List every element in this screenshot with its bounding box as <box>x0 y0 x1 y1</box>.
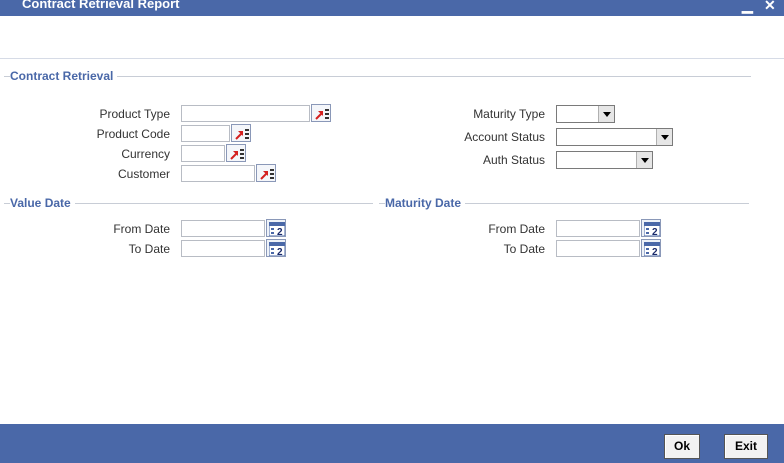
maturity-from-date-input[interactable] <box>556 220 640 237</box>
svg-text:2: 2 <box>652 227 658 236</box>
chevron-down-icon <box>636 152 652 168</box>
window-titlebar: Contract Retrieval Report ▁ ✕ <box>0 0 784 16</box>
svg-text:2: 2 <box>652 247 658 256</box>
account-status-label: Account Status <box>464 130 545 144</box>
currency-input[interactable] <box>181 145 225 162</box>
calendar-icon: 2 <box>644 222 660 236</box>
customer-input[interactable] <box>181 165 255 182</box>
maturity-to-date-input[interactable] <box>556 240 640 257</box>
minimize-icon[interactable]: ▁ <box>742 0 753 12</box>
maturity-to-date-calendar-button[interactable]: 2 <box>641 239 661 257</box>
product-type-lov-button[interactable] <box>311 104 331 122</box>
product-code-label: Product Code <box>96 127 170 141</box>
list-of-values-icon <box>260 169 274 180</box>
ok-button[interactable]: Ok <box>664 434 700 459</box>
section-title-value-date: Value Date <box>10 196 75 210</box>
svg-text:2: 2 <box>277 247 283 256</box>
list-of-values-icon <box>235 129 249 140</box>
value-to-date-calendar-button[interactable]: 2 <box>266 239 286 257</box>
value-to-date-label: To Date <box>128 242 170 256</box>
calendar-icon: 2 <box>644 242 660 256</box>
exit-button[interactable]: Exit <box>724 434 768 459</box>
customer-lov-button[interactable] <box>256 164 276 182</box>
product-type-label: Product Type <box>99 107 171 121</box>
product-type-input[interactable] <box>181 105 310 122</box>
list-of-values-icon <box>315 109 329 120</box>
currency-lov-button[interactable] <box>226 144 246 162</box>
list-of-values-icon <box>230 149 244 160</box>
section-title-maturity-date: Maturity Date <box>385 196 466 210</box>
value-from-date-label: From Date <box>113 222 170 236</box>
account-status-select[interactable] <box>556 128 673 146</box>
auth-status-select[interactable] <box>556 151 653 169</box>
header-strip <box>0 16 784 59</box>
maturity-to-date-label: To Date <box>503 242 545 256</box>
maturity-type-label: Maturity Type <box>473 107 545 121</box>
product-code-lov-button[interactable] <box>231 124 251 142</box>
section-title-contract-retrieval: Contract Retrieval <box>10 69 118 83</box>
maturity-from-date-label: From Date <box>488 222 545 236</box>
value-to-date-input[interactable] <box>181 240 265 257</box>
calendar-icon: 2 <box>269 242 285 256</box>
customer-label: Customer <box>117 167 170 181</box>
svg-text:2: 2 <box>277 227 283 236</box>
chevron-down-icon <box>598 106 614 122</box>
value-from-date-input[interactable] <box>181 220 265 237</box>
close-icon[interactable]: ✕ <box>764 0 776 12</box>
product-code-input[interactable] <box>181 125 230 142</box>
maturity-type-select[interactable] <box>556 105 615 123</box>
window-title: Contract Retrieval Report <box>22 0 180 11</box>
currency-label: Currency <box>121 147 170 161</box>
calendar-icon: 2 <box>269 222 285 236</box>
chevron-down-icon <box>656 129 672 145</box>
maturity-from-date-calendar-button[interactable]: 2 <box>641 219 661 237</box>
value-from-date-calendar-button[interactable]: 2 <box>266 219 286 237</box>
auth-status-label: Auth Status <box>482 153 545 167</box>
